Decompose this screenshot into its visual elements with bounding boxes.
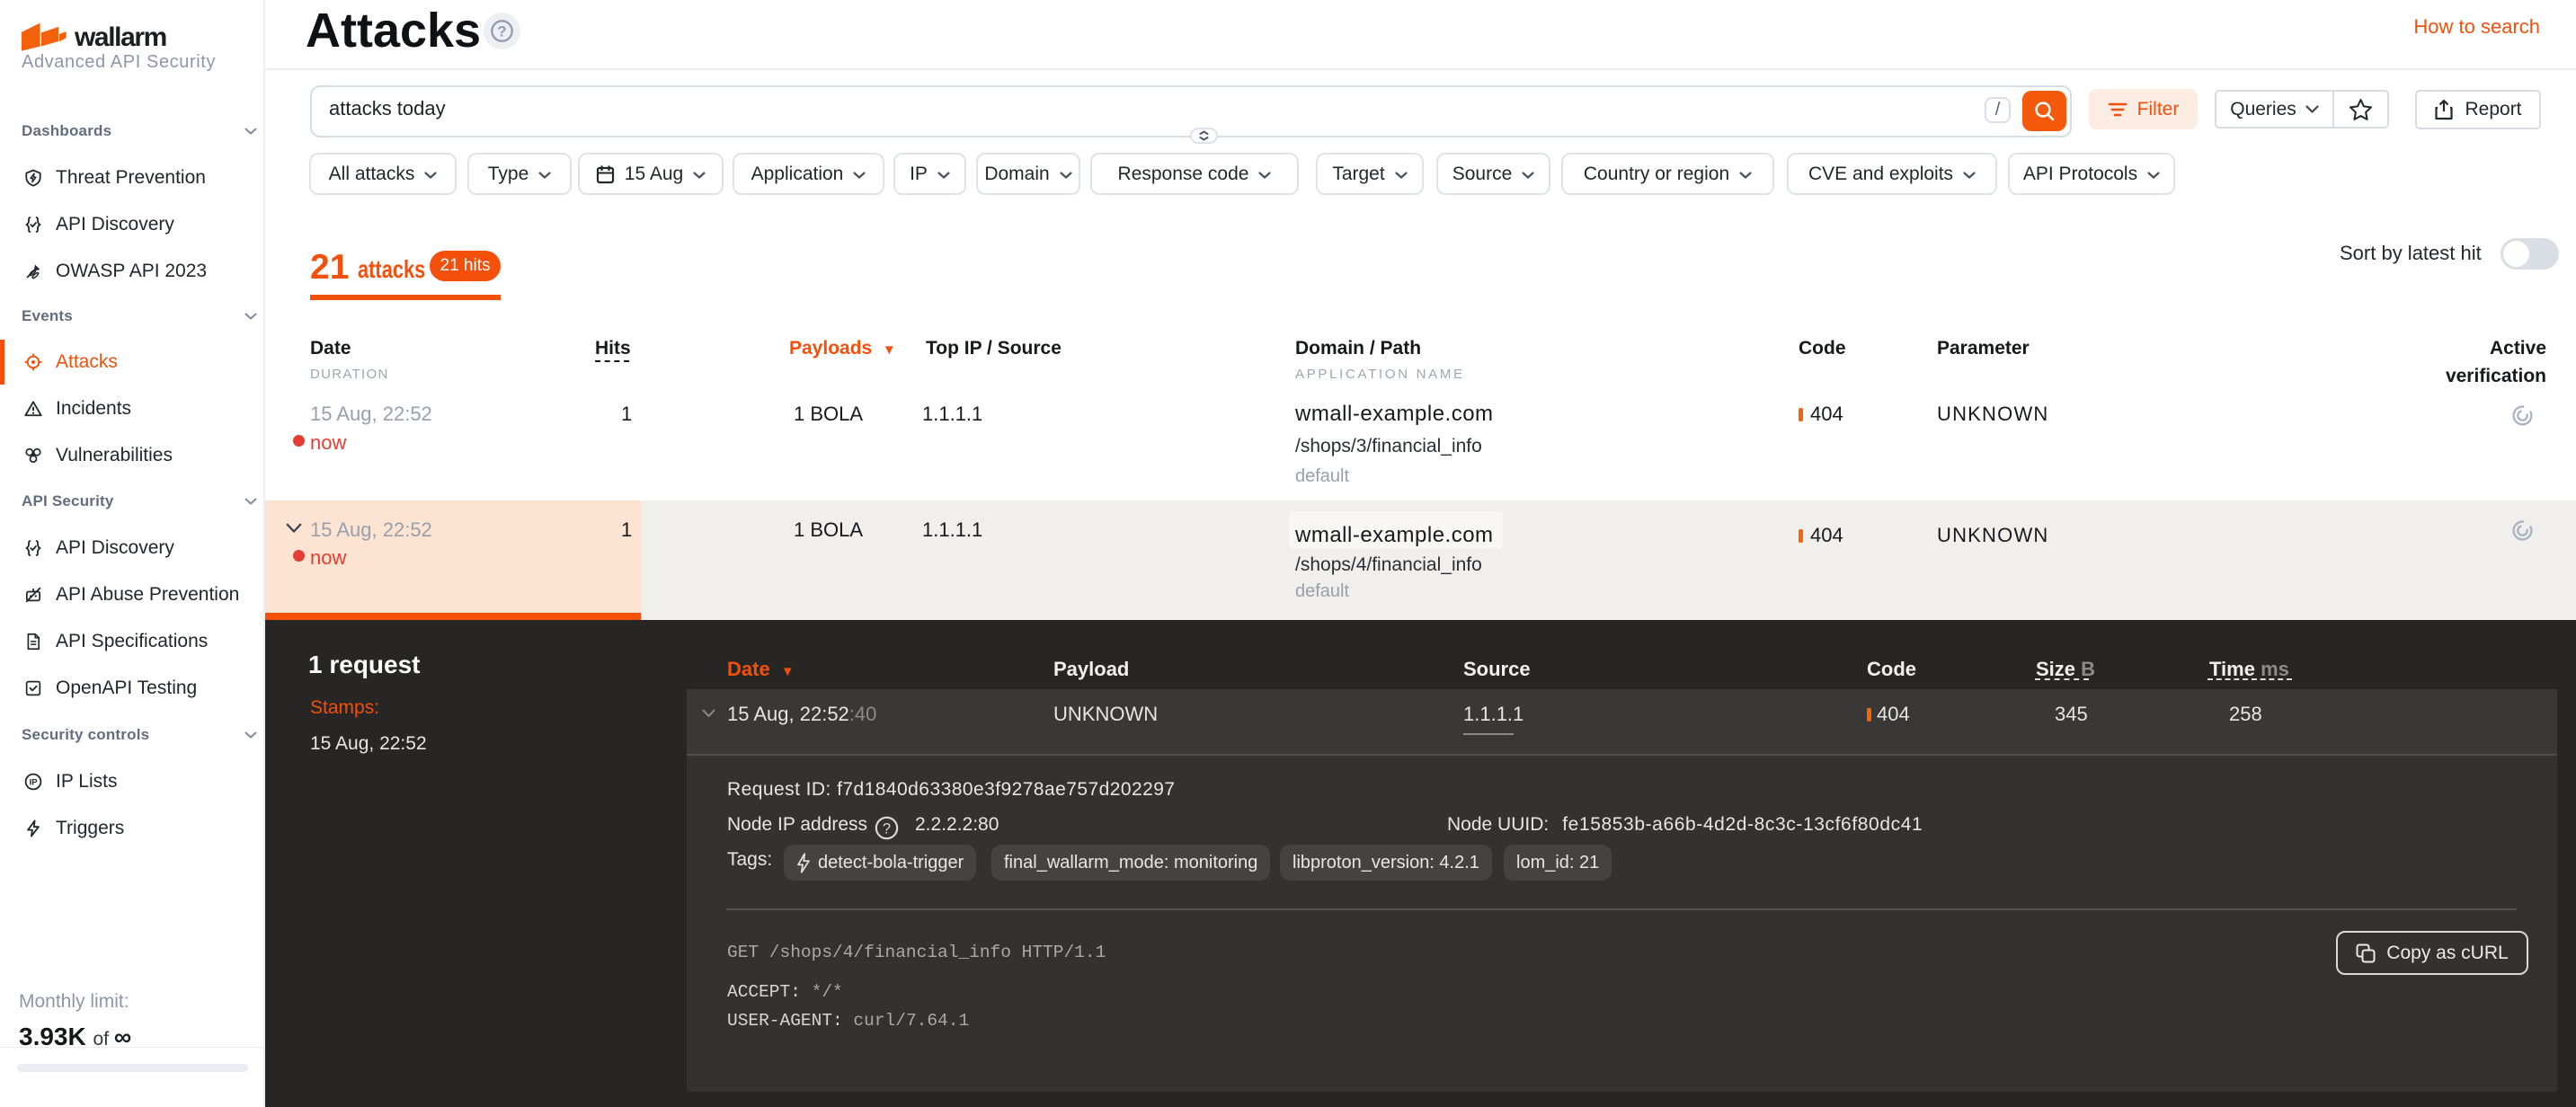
svg-text:?: ? (497, 23, 506, 40)
svg-text:?: ? (883, 820, 891, 837)
svg-text:IP: IP (30, 778, 39, 788)
